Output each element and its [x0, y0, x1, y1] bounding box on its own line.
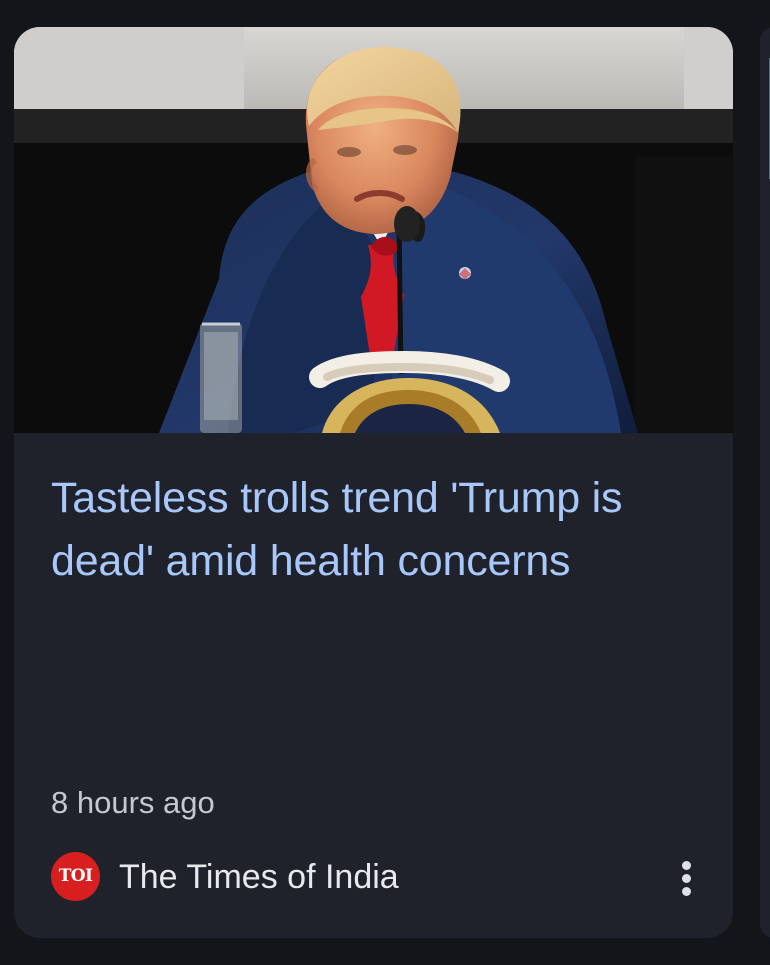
- source-name[interactable]: The Times of India: [119, 857, 399, 897]
- article-timestamp: 8 hours ago: [51, 785, 215, 820]
- article-image[interactable]: [14, 27, 733, 433]
- more-options-button[interactable]: [664, 849, 708, 903]
- news-article-card[interactable]: Tasteless trolls trend 'Trump is dead' a…: [14, 27, 733, 938]
- times-of-india-logo-icon: TOI: [51, 852, 100, 901]
- more-vertical-icon-dot-middle: [682, 874, 691, 883]
- article-headline[interactable]: Tasteless trolls trend 'Trump is dead' a…: [51, 467, 697, 593]
- article-photo-illustration: [14, 27, 733, 433]
- article-source-row: TOI The Times of India: [51, 849, 708, 903]
- article-text-area: Tasteless trolls trend 'Trump is dead' a…: [51, 467, 697, 593]
- more-vertical-icon-dot-top: [682, 861, 691, 870]
- more-vertical-icon-dot-bottom: [682, 887, 691, 896]
- news-feed-screen: Tasteless trolls trend 'Trump is dead' a…: [0, 0, 770, 965]
